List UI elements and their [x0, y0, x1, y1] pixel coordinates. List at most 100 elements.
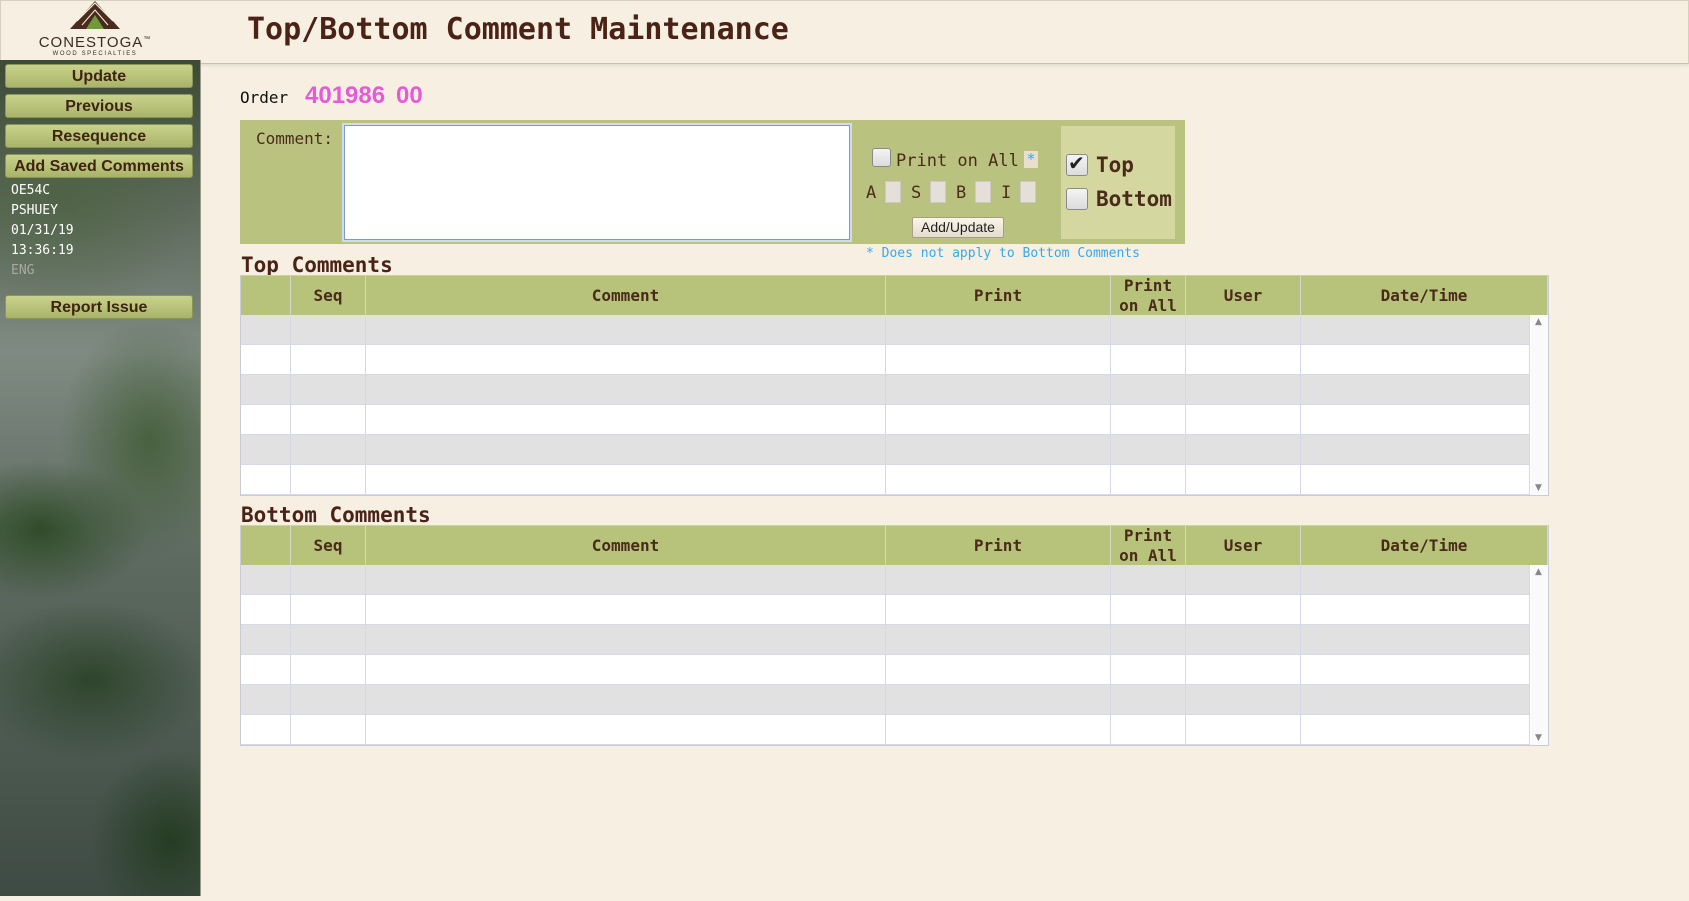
print-option-a-field[interactable] — [885, 181, 901, 203]
print-on-all-checkbox[interactable] — [872, 148, 891, 167]
comment-input[interactable] — [342, 123, 852, 242]
print-option-a-label: A — [866, 183, 877, 203]
table-cell — [241, 565, 291, 594]
page-title: Top/Bottom Comment Maintenance — [247, 12, 789, 47]
table-row[interactable] — [241, 435, 1530, 465]
table-cell — [1111, 595, 1186, 624]
table-cell — [291, 375, 366, 404]
table-cell — [1301, 435, 1530, 464]
table-row[interactable] — [241, 315, 1530, 345]
table-cell — [1186, 625, 1301, 654]
logo-tagline: WOOD SPECIALTIES — [52, 51, 138, 57]
table-cell — [1186, 565, 1301, 594]
column-header-print[interactable]: Print — [886, 526, 1111, 565]
program-id: OE54C — [11, 183, 51, 198]
bottom-comments-note: * Does not apply to Bottom Comments — [866, 246, 1140, 261]
table-row[interactable] — [241, 625, 1530, 655]
current-date: 01/31/19 — [11, 223, 74, 238]
print-option-b-field[interactable] — [975, 181, 991, 203]
resequence-button[interactable]: Resequence — [5, 124, 193, 148]
previous-button[interactable]: Previous — [5, 94, 193, 118]
column-header-print-on-all[interactable]: Print on All — [1111, 526, 1186, 565]
table-cell — [366, 315, 886, 344]
table-cell — [1186, 465, 1301, 494]
table-cell — [1301, 685, 1530, 714]
scroll-down-icon[interactable]: ▼ — [1535, 483, 1542, 493]
table-cell — [1186, 715, 1301, 744]
table-row[interactable] — [241, 715, 1530, 745]
table-row[interactable] — [241, 595, 1530, 625]
table-cell — [291, 595, 366, 624]
add-update-button[interactable]: Add/Update — [912, 217, 1004, 238]
table-cell — [366, 465, 886, 494]
scrollbar[interactable]: ▲ ▼ — [1531, 315, 1548, 495]
table-cell — [1186, 315, 1301, 344]
scroll-up-icon[interactable]: ▲ — [1535, 567, 1542, 577]
column-header-seq[interactable]: Seq — [291, 276, 366, 315]
bottom-checkbox[interactable] — [1066, 188, 1088, 210]
column-header-print-on-all[interactable]: Print on All — [1111, 276, 1186, 315]
asterisk-marker: * — [1024, 151, 1038, 168]
top-checkbox[interactable]: ✔ — [1066, 151, 1088, 176]
table-row[interactable] — [241, 345, 1530, 375]
table-cell — [1186, 435, 1301, 464]
bottom-comments-table: Seq Comment Print Print on All User Date… — [240, 525, 1549, 746]
logo-brand-text: CONESTOGA™ — [38, 34, 152, 51]
top-comments-table: Seq Comment Print Print on All User Date… — [240, 275, 1549, 496]
table-cell — [886, 465, 1111, 494]
column-header-comment[interactable]: Comment — [366, 276, 886, 315]
bottom-comments-title: Bottom Comments — [241, 503, 431, 527]
print-option-i-field[interactable] — [1020, 181, 1036, 203]
table-cell — [241, 405, 291, 434]
table-cell — [1186, 655, 1301, 684]
table-cell — [1301, 405, 1530, 434]
scrollbar[interactable]: ▲ ▼ — [1531, 565, 1548, 745]
table-row[interactable] — [241, 375, 1530, 405]
scroll-down-icon[interactable]: ▼ — [1535, 733, 1542, 743]
table-cell — [291, 465, 366, 494]
table-cell — [1111, 465, 1186, 494]
table-row[interactable] — [241, 465, 1530, 495]
table-cell — [1301, 345, 1530, 374]
table-row[interactable] — [241, 565, 1530, 595]
update-button[interactable]: Update — [5, 64, 193, 88]
column-header-date-time[interactable]: Date/Time — [1301, 526, 1548, 565]
table-cell — [1111, 685, 1186, 714]
table-cell — [291, 715, 366, 744]
table-cell — [291, 345, 366, 374]
column-header-user[interactable]: User — [1186, 526, 1301, 565]
scroll-up-icon[interactable]: ▲ — [1535, 317, 1542, 327]
print-option-s-label: S — [911, 183, 922, 203]
column-header-date-time[interactable]: Date/Time — [1301, 276, 1548, 315]
top-label: Top — [1096, 153, 1134, 177]
table-cell — [1111, 655, 1186, 684]
table-cell — [1111, 315, 1186, 344]
column-header-user[interactable]: User — [1186, 276, 1301, 315]
current-time: 13:36:19 — [11, 243, 74, 258]
table-row[interactable] — [241, 685, 1530, 715]
column-header-seq[interactable]: Seq — [291, 526, 366, 565]
report-issue-button[interactable]: Report Issue — [5, 295, 193, 319]
column-header-comment[interactable]: Comment — [366, 526, 886, 565]
table-cell — [1111, 375, 1186, 404]
bottom-label: Bottom — [1096, 187, 1172, 211]
add-saved-comments-button[interactable]: Add Saved Comments — [5, 154, 193, 178]
language-indicator: ENG — [11, 263, 35, 278]
company-logo: CONESTOGA™ WOOD SPECIALTIES — [29, 1, 161, 59]
table-cell — [1111, 565, 1186, 594]
table-cell — [1301, 375, 1530, 404]
column-header-print[interactable]: Print — [886, 276, 1111, 315]
print-option-s-field[interactable] — [930, 181, 946, 203]
table-cell — [366, 715, 886, 744]
table-cell — [241, 685, 291, 714]
table-row[interactable] — [241, 405, 1530, 435]
table-row[interactable] — [241, 655, 1530, 685]
table-cell — [241, 375, 291, 404]
table-cell — [1111, 345, 1186, 374]
table-cell — [366, 625, 886, 654]
user-id: PSHUEY — [11, 203, 58, 218]
table-cell — [886, 595, 1111, 624]
column-header-select — [241, 526, 291, 565]
comment-label: Comment: — [256, 129, 334, 148]
table-cell — [241, 595, 291, 624]
